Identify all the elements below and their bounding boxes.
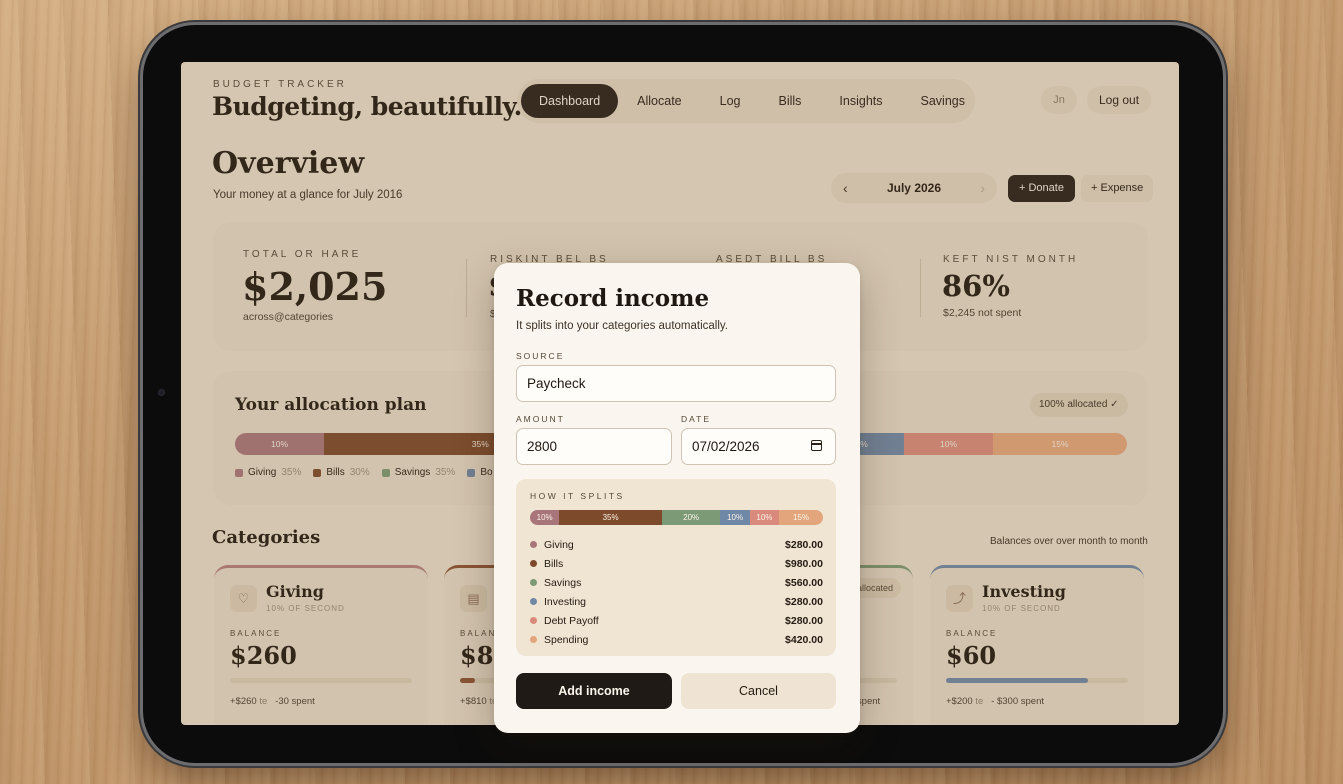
amount-label: AMOUNT <box>516 414 565 424</box>
amount-input[interactable] <box>516 428 672 465</box>
split-dot <box>530 560 537 567</box>
split-dot <box>530 636 537 643</box>
segment-3: 10% <box>720 510 750 525</box>
split-category: Savings <box>544 576 582 589</box>
split-amount: $280.00 <box>785 538 823 551</box>
dialog-title: Record income <box>516 285 710 312</box>
source-label: SOURCE <box>516 351 565 361</box>
split-category: Investing <box>544 595 587 608</box>
split-amount: $280.00 <box>785 595 823 608</box>
calendar-icon[interactable] <box>811 440 822 451</box>
source-input[interactable] <box>516 365 836 402</box>
segment-1: 35% <box>559 510 662 525</box>
segment-5: 15% <box>779 510 823 525</box>
split-row: Bills $980.00 <box>530 554 823 573</box>
split-row: Debt Payoff $280.00 <box>530 611 823 630</box>
dialog-subtitle: It splits into your categories automatic… <box>516 320 728 332</box>
split-kicker: HOW IT SPLITS <box>530 491 625 501</box>
split-row: Giving $280.00 <box>530 535 823 554</box>
split-amount: $420.00 <box>785 633 823 646</box>
split-dot <box>530 579 537 586</box>
split-row: Investing $280.00 <box>530 592 823 611</box>
cancel-button[interactable]: Cancel <box>681 673 836 709</box>
split-list: Giving $280.00 Bills $980.00 Savings $560.00 I… <box>530 535 823 649</box>
split-category: Debt Payoff <box>544 614 599 627</box>
date-label: DATE <box>681 414 712 424</box>
split-bar: 10% 35% 20% 10% 10% 15% <box>530 510 823 525</box>
split-dot <box>530 617 537 624</box>
split-amount: $560.00 <box>785 576 823 589</box>
split-category: Spending <box>544 633 589 646</box>
split-category: Giving <box>544 538 574 551</box>
add-income-button[interactable]: Add income <box>516 673 672 709</box>
segment-2: 20% <box>661 510 721 525</box>
segment-0: 10% <box>530 510 560 525</box>
split-amount: $280.00 <box>785 614 823 627</box>
split-row: Savings $560.00 <box>530 573 823 592</box>
split-row: Spending $420.00 <box>530 630 823 649</box>
split-preview: HOW IT SPLITS 10% 35% 20% 10% 10% 15% Giving $… <box>516 479 836 656</box>
record-income-dialog: Record income It splits into your catego… <box>494 263 860 733</box>
split-dot <box>530 541 537 548</box>
segment-4: 10% <box>749 510 780 525</box>
split-dot <box>530 598 537 605</box>
split-amount: $980.00 <box>785 557 823 570</box>
camera-dot <box>158 389 165 396</box>
split-category: Bills <box>544 557 564 570</box>
